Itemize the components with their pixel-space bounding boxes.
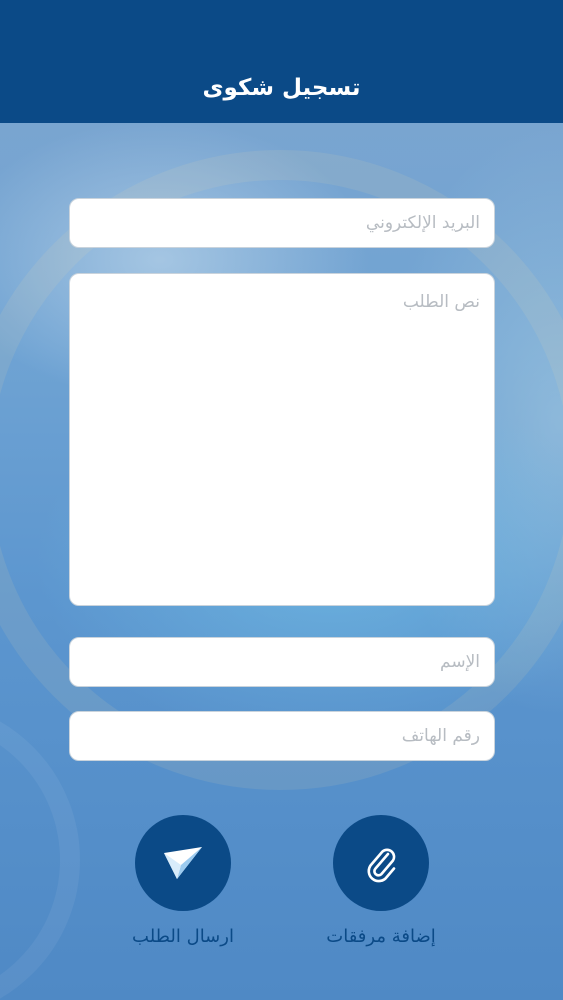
email-field[interactable] [69, 198, 495, 248]
complaint-screen: تسجيل شكوى ارسال الطلب إضافة مرفقات [0, 0, 563, 1000]
send-button-circle[interactable] [135, 815, 231, 911]
paperclip-icon [367, 848, 396, 883]
send-request-label: ارسال الطلب [132, 926, 234, 947]
paper-plane-icon [164, 847, 202, 879]
header-bar: تسجيل شكوى [0, 0, 563, 123]
page-title: تسجيل شكوى [202, 75, 361, 101]
request-text-area[interactable] [69, 273, 495, 606]
add-attachments-button[interactable]: إضافة مرفقات [286, 815, 476, 949]
phone-field[interactable] [69, 711, 495, 761]
add-attachments-label: إضافة مرفقات [326, 926, 436, 947]
attach-button-circle[interactable] [333, 815, 429, 911]
send-request-button[interactable]: ارسال الطلب [88, 815, 278, 949]
name-field[interactable] [69, 637, 495, 687]
background-decoration-2 [0, 700, 80, 1000]
